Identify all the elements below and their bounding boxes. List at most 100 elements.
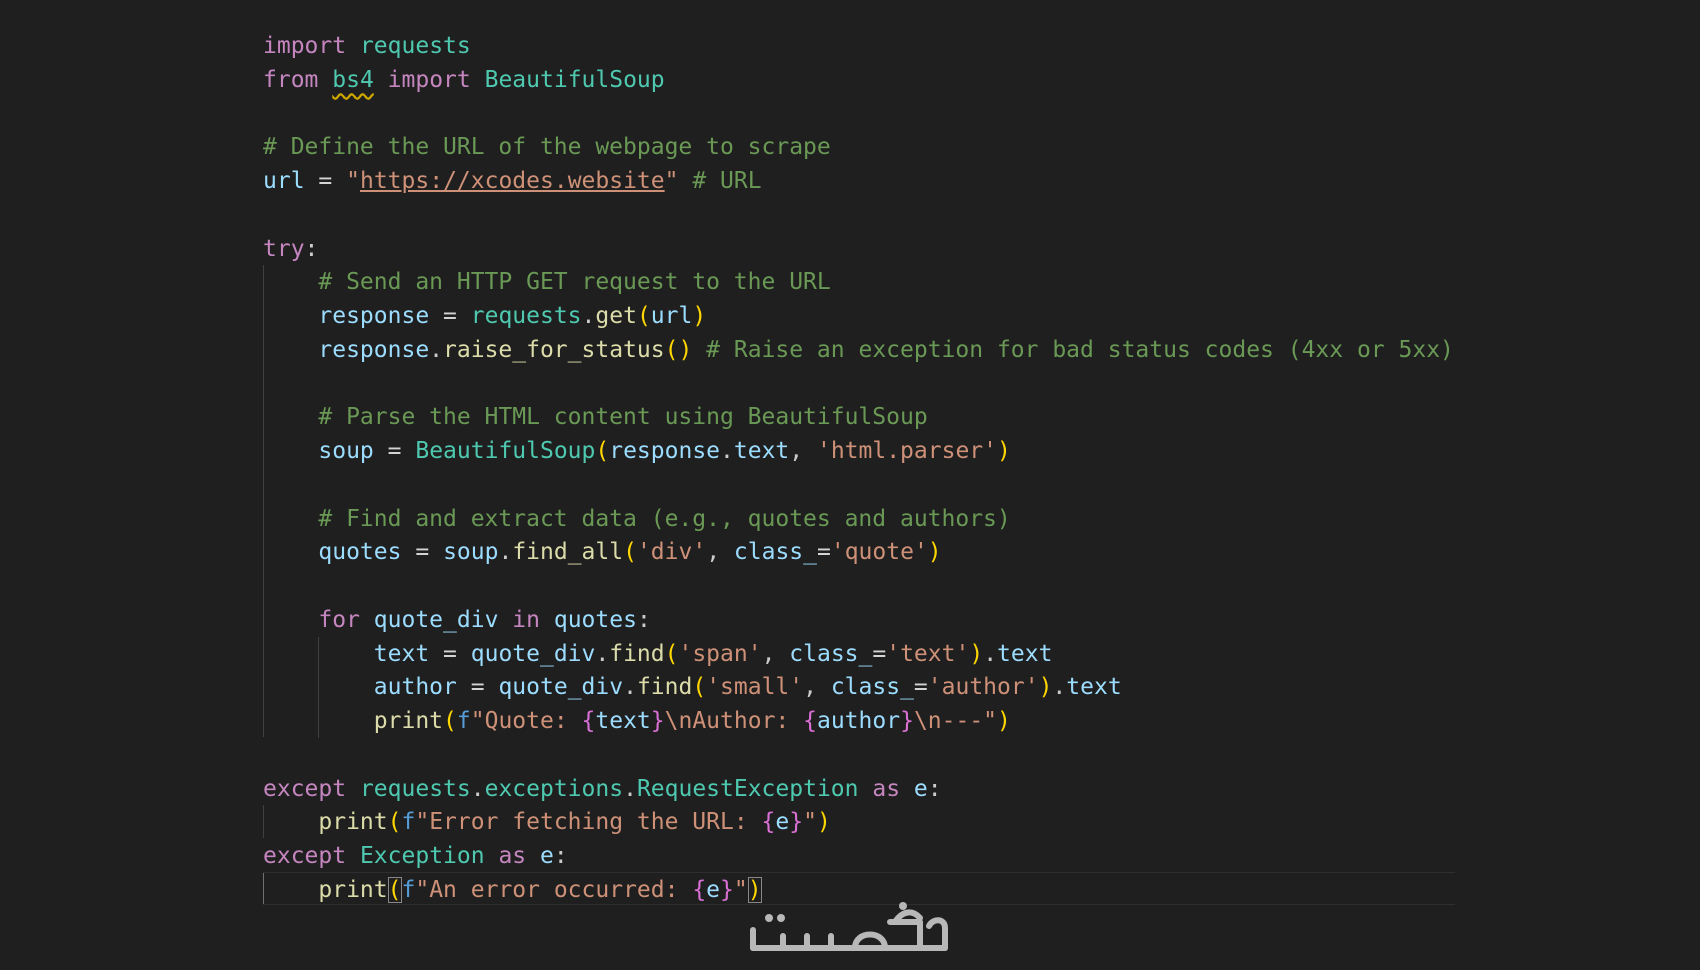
code-token: { bbox=[803, 708, 817, 734]
code-token: quotes bbox=[553, 606, 637, 633]
code-token: : bbox=[927, 775, 942, 802]
code-token: = bbox=[443, 303, 457, 329]
code-line[interactable] bbox=[263, 739, 1463, 773]
code-token: = bbox=[415, 539, 430, 566]
code-token: f bbox=[401, 876, 416, 903]
code-line[interactable]: for quote_div in quotes: bbox=[263, 604, 1463, 638]
code-line[interactable]: # Define the URL of the webpage to scrap… bbox=[263, 131, 1463, 165]
code-line[interactable]: response = requests.get(url) bbox=[263, 300, 1463, 334]
code-line[interactable]: # Parse the HTML content using Beautiful… bbox=[263, 401, 1463, 435]
code-token: ( bbox=[443, 708, 457, 734]
code-token: : bbox=[636, 606, 651, 633]
code-token: ) bbox=[747, 876, 762, 903]
code-token: requests bbox=[359, 775, 471, 802]
code-token: url bbox=[650, 303, 693, 329]
code-line[interactable]: # Send an HTTP GET request to the URL bbox=[263, 266, 1463, 300]
code-token: . bbox=[581, 303, 596, 329]
code-line[interactable] bbox=[263, 199, 1463, 233]
code-line[interactable]: except requests.exceptions.RequestExcept… bbox=[263, 773, 1463, 807]
code-editor[interactable]: import requests from bs4 import Beautiful… bbox=[0, 0, 1700, 970]
code-line[interactable]: url = "https://xcodes.website" # URL bbox=[263, 165, 1463, 199]
code-token: , bbox=[761, 640, 790, 667]
code-token: text bbox=[595, 708, 651, 734]
code-token: https://xcodes.website bbox=[359, 168, 665, 194]
code-token: find bbox=[636, 674, 693, 701]
code-line[interactable]: print(f"Quote: {text}\nAuthor: {author}\… bbox=[263, 705, 1463, 739]
code-token: "An error occurred: bbox=[415, 876, 693, 903]
code-token: Exception bbox=[359, 843, 485, 869]
code-line[interactable]: import requests bbox=[263, 30, 1463, 64]
code-token: = bbox=[817, 539, 831, 566]
code-token: . bbox=[983, 640, 998, 667]
code-token: print bbox=[373, 708, 444, 734]
code-line[interactable]: from bs4 import BeautifulSoup bbox=[263, 64, 1463, 98]
code-token: print bbox=[318, 809, 388, 836]
code-line[interactable]: author = quote_div.find('small', class_=… bbox=[263, 671, 1463, 705]
code-line[interactable] bbox=[263, 98, 1463, 132]
code-token: { bbox=[761, 809, 776, 836]
code-token: } bbox=[650, 708, 665, 734]
code-token: () bbox=[664, 336, 693, 363]
code-token: = bbox=[470, 674, 485, 701]
code-line[interactable]: quotes = soup.find_all('div', class_='qu… bbox=[263, 536, 1463, 570]
code-token: e bbox=[706, 876, 721, 903]
code-token: ( bbox=[692, 674, 707, 701]
code-token: bs4 bbox=[332, 66, 374, 93]
code-token: print bbox=[318, 876, 388, 903]
code-line[interactable] bbox=[263, 469, 1463, 503]
code-token: = bbox=[443, 640, 457, 667]
code-line[interactable] bbox=[263, 368, 1463, 402]
code-token: e bbox=[913, 775, 928, 802]
code-line[interactable]: # Find and extract data (e.g., quotes an… bbox=[263, 503, 1463, 537]
khamsat-logo bbox=[750, 902, 948, 951]
code-token: { bbox=[692, 876, 707, 903]
code-token: in bbox=[512, 606, 540, 633]
code-line[interactable]: response.raise_for_status() # Raise an e… bbox=[263, 334, 1463, 368]
code-content[interactable]: import requests from bs4 import Beautiful… bbox=[263, 30, 1463, 908]
code-token: class_ bbox=[789, 640, 873, 667]
code-line[interactable] bbox=[263, 570, 1463, 604]
code-line[interactable]: soup = BeautifulSoup(response.text, 'htm… bbox=[263, 435, 1463, 469]
code-token: " bbox=[803, 809, 817, 836]
code-token: 'span' bbox=[678, 640, 762, 667]
code-token: ( bbox=[636, 303, 651, 329]
code-token: author bbox=[816, 708, 901, 734]
code-line[interactable]: except Exception as e: bbox=[263, 840, 1463, 874]
code-line[interactable]: text = quote_div.find('span', class_='te… bbox=[263, 638, 1463, 672]
code-token: BeautifulSoup bbox=[415, 438, 596, 464]
code-line[interactable]: try: bbox=[263, 233, 1463, 267]
code-token: import bbox=[387, 66, 471, 93]
code-token: author bbox=[373, 674, 457, 701]
code-token: requests bbox=[359, 33, 471, 59]
code-token: RequestException bbox=[636, 775, 859, 802]
code-token: ( bbox=[387, 876, 402, 903]
code-token: soup bbox=[443, 539, 499, 566]
code-line[interactable]: print(f"Error fetching the URL: {e}") bbox=[263, 806, 1463, 840]
code-token: ) bbox=[927, 539, 942, 566]
code-token: # Raise an exception for bad status code… bbox=[706, 336, 1454, 363]
code-token: , bbox=[803, 674, 831, 701]
code-token: BeautifulSoup bbox=[484, 66, 665, 93]
code-token: ) bbox=[969, 640, 984, 667]
code-token: = bbox=[872, 640, 887, 667]
code-token: text bbox=[373, 640, 430, 667]
